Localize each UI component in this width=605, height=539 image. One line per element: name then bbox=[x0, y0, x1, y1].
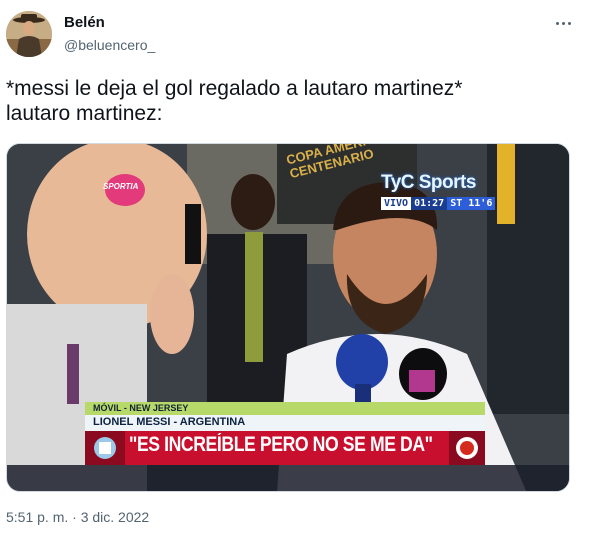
avatar-image bbox=[6, 11, 52, 57]
tweet-line-2: lautaro martinez: bbox=[6, 102, 163, 125]
lower-third-player: LIONEL MESSI - ARGENTINA bbox=[93, 416, 246, 428]
match-clock: 01:27 bbox=[411, 197, 448, 210]
broadcaster-logo: TyC Sports bbox=[381, 172, 476, 193]
tweet-line-1: *messi le deja el gol regalado a lautaro… bbox=[6, 77, 463, 100]
score-bug: VIVO 01:27 ST 11'6 bbox=[381, 197, 496, 210]
tweet-text: *messi le deja el gol regalado a lautaro… bbox=[6, 76, 596, 126]
match-period: ST 11'6 bbox=[447, 197, 496, 210]
live-label: VIVO bbox=[381, 197, 412, 210]
tweet-media-image[interactable]: COPA AMERICA CENTENARIO SPORTIA TyC Spor… bbox=[6, 143, 570, 492]
display-name[interactable]: Belén bbox=[64, 14, 105, 31]
more-dots-icon[interactable] bbox=[552, 12, 574, 34]
tweet-timestamp[interactable]: 5:51 p. m. · 3 dic. 2022 bbox=[6, 509, 149, 525]
mic-logo: SPORTIA bbox=[103, 182, 139, 191]
lower-third-quote: "ES INCREÍBLE PERO NO SE ME DA" bbox=[129, 433, 433, 456]
user-handle[interactable]: @beluencero_ bbox=[64, 37, 155, 53]
avatar[interactable] bbox=[6, 11, 52, 57]
lower-third-location: MÓVIL - NEW JERSEY bbox=[93, 403, 189, 413]
